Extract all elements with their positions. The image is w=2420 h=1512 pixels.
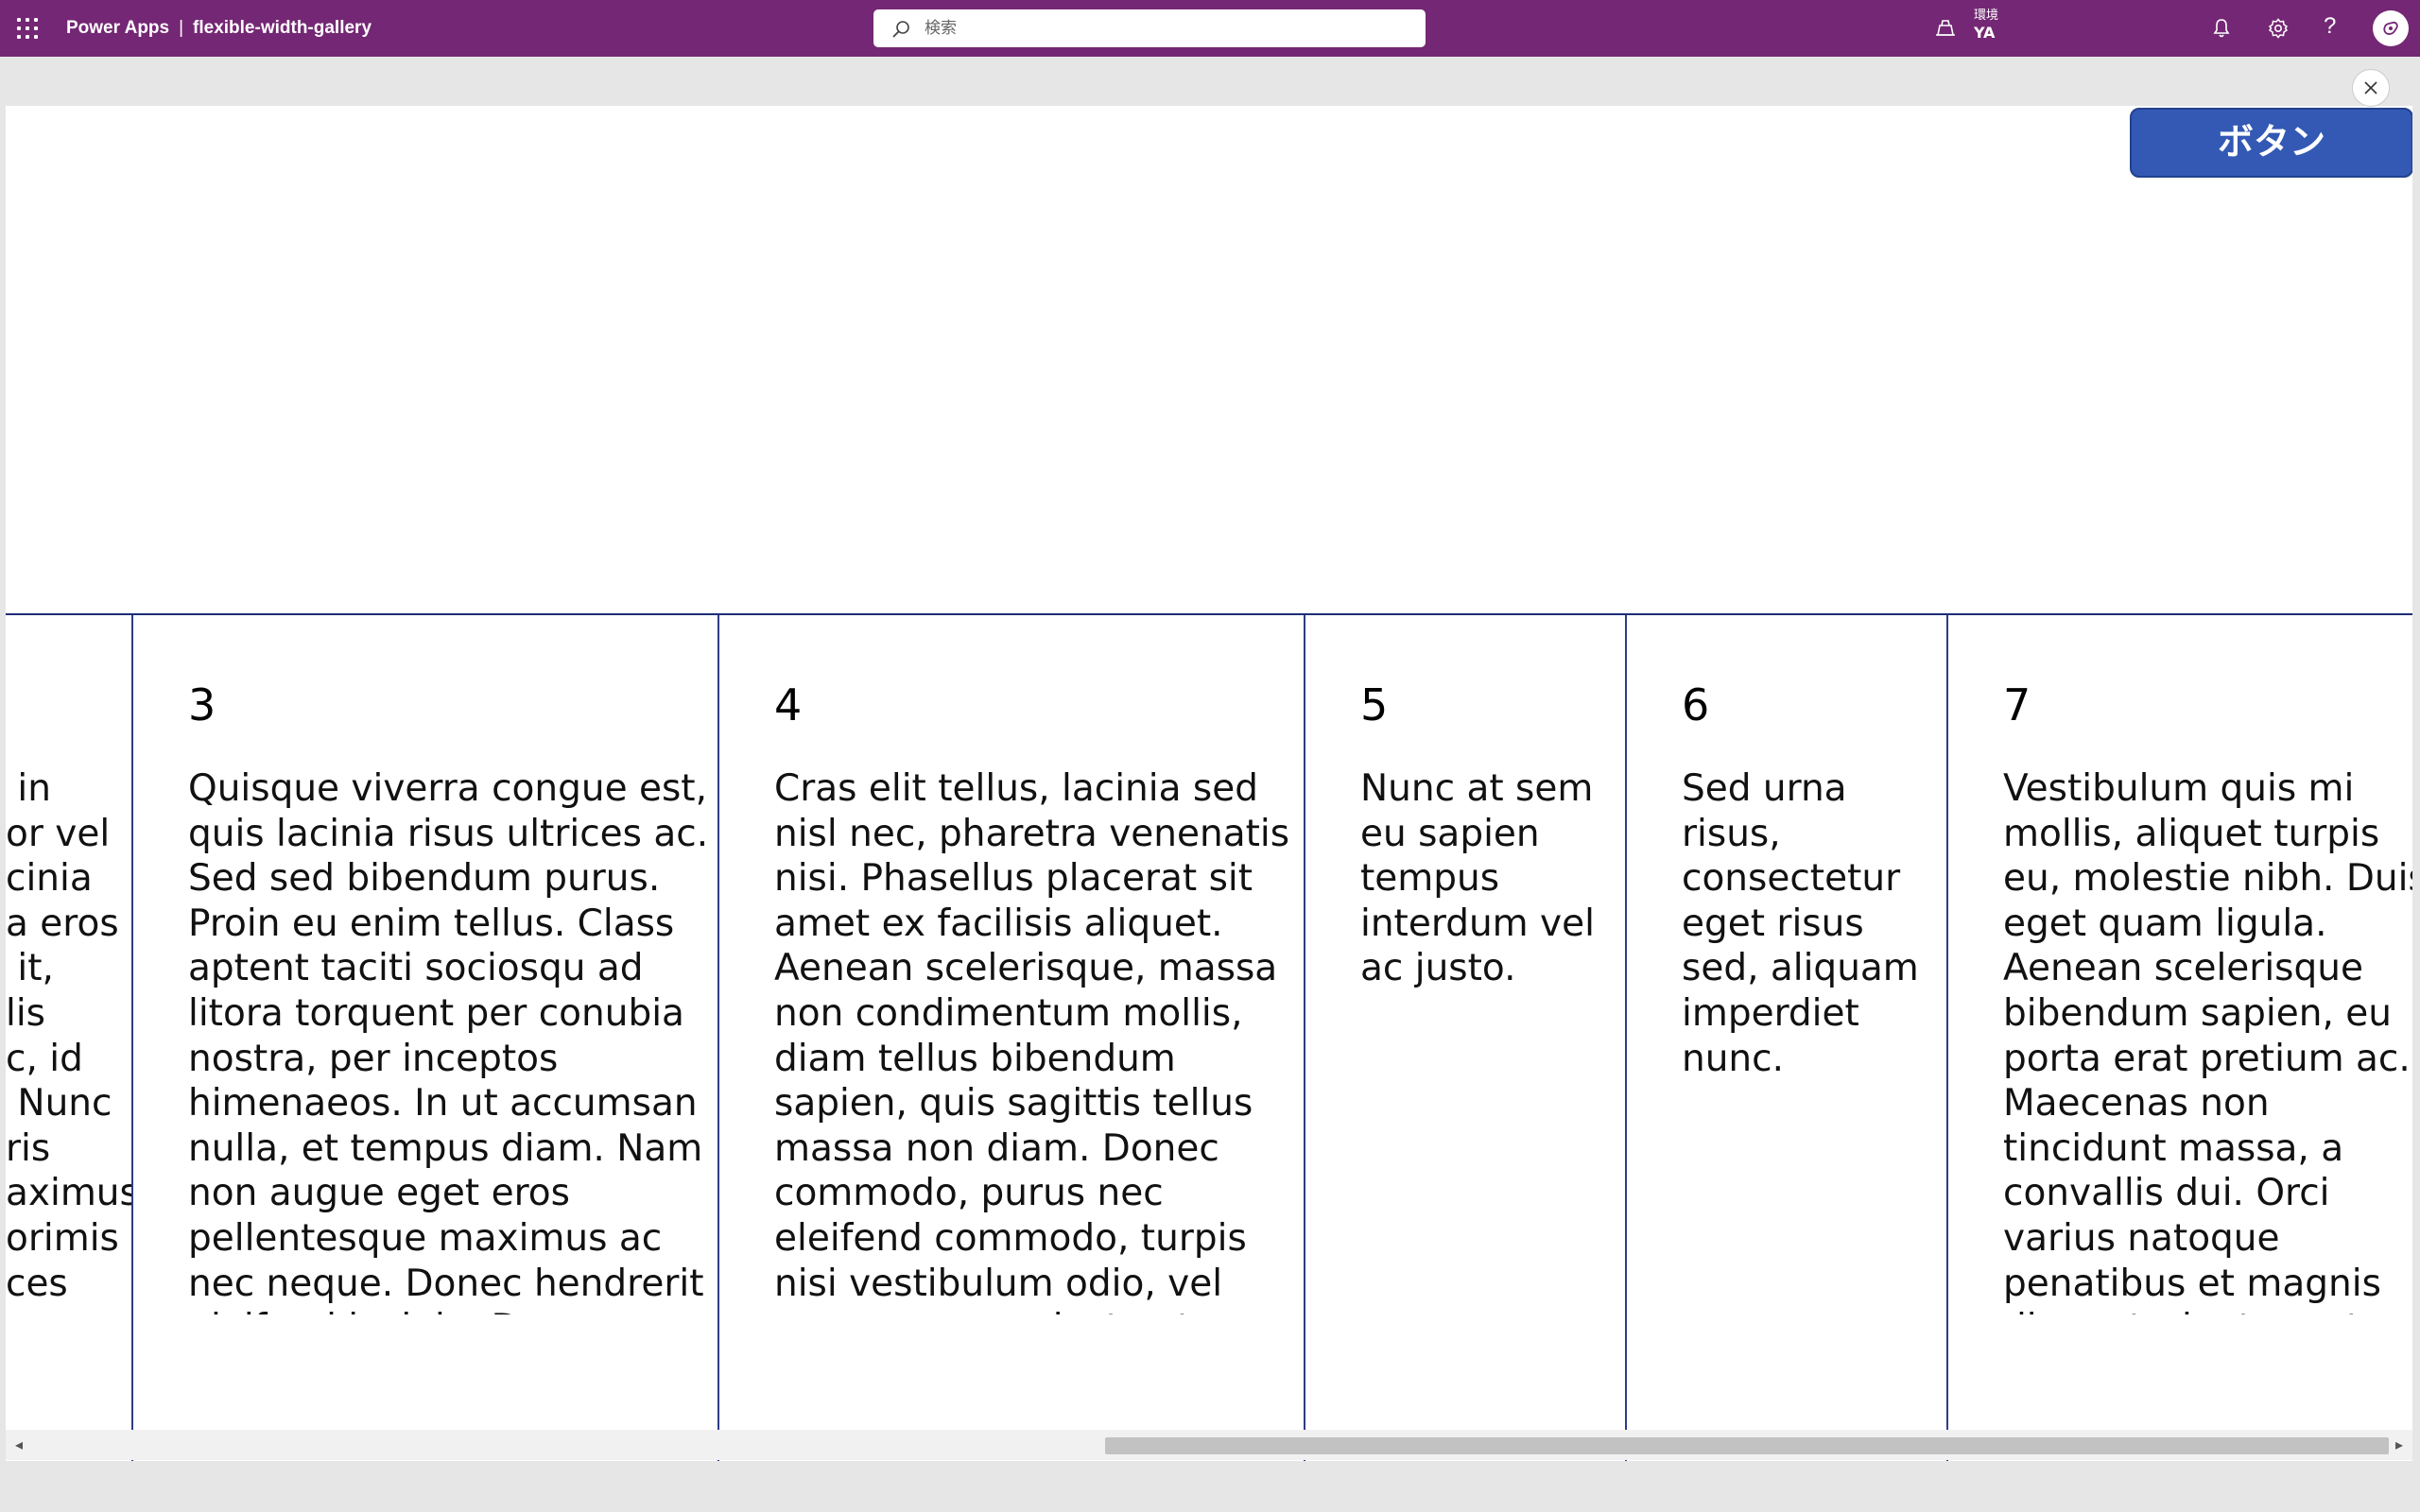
horizontal-scrollbar[interactable]: ◂ ▸ <box>6 1430 2412 1460</box>
app-button[interactable]: ボタン <box>2130 108 2412 178</box>
gallery-item[interactable]: 6 Sed urna risus, consectetur eget risus… <box>1627 615 1948 1461</box>
close-icon <box>2364 81 2377 94</box>
close-preview-button[interactable] <box>2352 69 2390 107</box>
gallery-item-number: 7 <box>2003 679 2031 730</box>
gallery-item-text: Quisque viverra congue est, quis lacinia… <box>188 767 709 1314</box>
app-title[interactable]: flexible-width-gallery <box>193 18 372 38</box>
gallery-item-number: 4 <box>774 679 803 730</box>
gallery-item-text: Cras elit tellus, lacinia sed nisl nec, … <box>774 767 1290 1314</box>
gallery-item-text: Nunc at sem eu sapien tempus interdum ve… <box>1360 767 1595 990</box>
gallery-item-text: Vestibulum quis mi mollis, aliquet turpi… <box>2003 767 2412 1314</box>
environment-icon[interactable] <box>1934 18 1957 39</box>
environment-value: YA <box>1974 24 1996 42</box>
search-input[interactable] <box>925 9 1407 47</box>
flexible-width-gallery[interactable]: in or vel cinia a eros it, lis c, id Nun… <box>6 613 2412 1461</box>
gallery-item-text: Sed urna risus, consectetur eget risus s… <box>1682 767 1919 1080</box>
avatar[interactable] <box>2373 10 2409 46</box>
app-name[interactable]: Power Apps <box>66 18 169 38</box>
breadcrumb: Power Apps | flexible-width-gallery <box>66 0 372 57</box>
breadcrumb-separator: | <box>179 18 184 38</box>
copilot-icon <box>2383 21 2398 35</box>
scroll-left-arrow-icon[interactable]: ◂ <box>9 1435 28 1454</box>
environment-picker[interactable]: 環境 YA <box>1974 8 1998 42</box>
help-icon[interactable]: ? <box>2324 13 2336 40</box>
gallery-item[interactable]: 4 Cras elit tellus, lacinia sed nisl nec… <box>719 615 1305 1461</box>
scrollbar-thumb[interactable] <box>1105 1437 2389 1454</box>
bell-icon[interactable] <box>2210 17 2233 40</box>
gallery-item[interactable]: 5 Nunc at sem eu sapien tempus interdum … <box>1305 615 1627 1461</box>
gallery-item[interactable]: 3 Quisque viverra congue est, quis lacin… <box>133 615 719 1461</box>
app-launcher-icon[interactable] <box>15 16 40 41</box>
app-canvas: ボタン in or vel cinia a eros it, lis c, id… <box>6 106 2412 1461</box>
gallery-item-number: 6 <box>1682 679 1710 730</box>
gallery-item[interactable]: 7 Vestibulum quis mi mollis, aliquet tur… <box>1948 615 2412 1461</box>
gallery-item-text: in or vel cinia a eros it, lis c, id Nun… <box>6 767 131 1305</box>
environment-label: 環境 <box>1974 9 1999 23</box>
gallery-item[interactable]: in or vel cinia a eros it, lis c, id Nun… <box>6 615 133 1461</box>
search-box[interactable] <box>873 9 1426 47</box>
scroll-right-arrow-icon[interactable]: ▸ <box>2390 1435 2409 1454</box>
search-icon <box>892 21 909 38</box>
gallery-item-number: 3 <box>188 679 216 730</box>
top-bar: Power Apps|flexible-width-gallery 環境 YA … <box>0 0 2420 57</box>
gear-icon[interactable] <box>2267 17 2290 40</box>
gallery-item-number: 5 <box>1360 679 1389 730</box>
